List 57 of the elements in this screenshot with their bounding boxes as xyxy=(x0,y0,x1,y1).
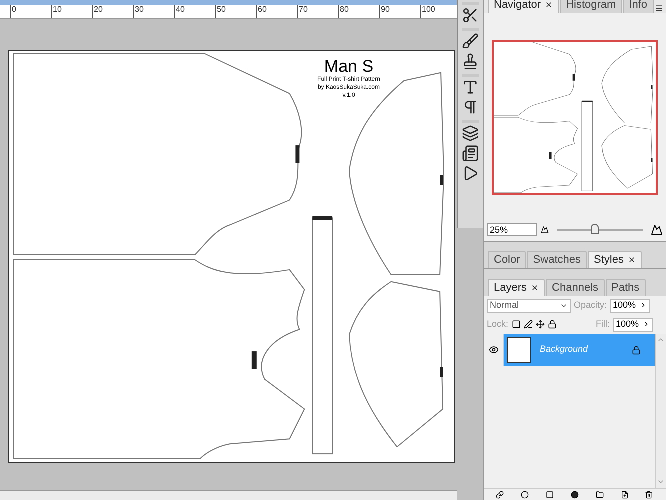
ruler-label: 60 xyxy=(257,5,267,16)
layers-icon[interactable] xyxy=(462,125,479,142)
pilcrow-icon[interactable] xyxy=(462,99,479,116)
panel-tab[interactable]: Layers xyxy=(488,279,546,296)
newspaper-icon[interactable] xyxy=(462,145,479,162)
fill-field[interactable]: 100% xyxy=(613,318,653,332)
fill-label: Fill: xyxy=(596,318,610,331)
opacity-field[interactable]: 100% xyxy=(610,298,650,312)
new-layer-icon[interactable] xyxy=(620,490,629,498)
lock-position-icon[interactable] xyxy=(536,320,545,329)
ruler-label: 0 xyxy=(11,5,16,16)
panel-tab[interactable]: Swatches xyxy=(527,251,587,268)
panel-tab[interactable]: Navigator xyxy=(488,0,560,13)
visibility-eye-icon[interactable] xyxy=(488,345,498,355)
lock-label: Lock: xyxy=(487,318,509,331)
layer-thumbnail xyxy=(507,337,531,363)
ruler-label: 50 xyxy=(216,5,226,16)
ruler-label: 80 xyxy=(339,5,349,16)
panel-tab[interactable]: Info xyxy=(623,0,654,13)
opacity-label: Opacity: xyxy=(574,298,608,312)
brush-icon[interactable] xyxy=(462,33,479,50)
panel-tab[interactable]: Styles xyxy=(588,251,642,268)
panel-tab[interactable]: Paths xyxy=(606,279,646,296)
panel-tab[interactable]: Channels xyxy=(546,279,605,296)
type-icon[interactable] xyxy=(462,79,479,96)
panel-tab[interactable]: Histogram xyxy=(560,0,622,13)
lock-transparency-icon[interactable] xyxy=(512,320,521,329)
zoom-in-icon[interactable] xyxy=(651,224,663,236)
panel-tab[interactable]: Color xyxy=(488,251,526,268)
lock-pixels-icon[interactable] xyxy=(524,320,533,329)
zoom-field[interactable]: 25% xyxy=(487,223,537,236)
ruler-label: 40 xyxy=(175,5,185,16)
zoom-out-icon[interactable] xyxy=(541,226,549,234)
close-icon[interactable] xyxy=(545,1,554,9)
panel-menu-icon[interactable] xyxy=(654,4,663,13)
trash-icon[interactable] xyxy=(645,490,654,498)
chevron-right-icon[interactable] xyxy=(643,321,650,328)
play-icon[interactable] xyxy=(462,165,479,182)
ruler-label: 100 xyxy=(421,5,436,16)
chevron-right-icon[interactable] xyxy=(640,302,648,309)
opacity-value: 100% xyxy=(613,298,636,312)
ruler-label: 70 xyxy=(298,5,308,16)
stamp-icon[interactable] xyxy=(462,53,479,70)
ruler-label: 30 xyxy=(134,5,144,16)
ruler-label: 90 xyxy=(380,5,390,16)
ruler-label: 10 xyxy=(52,5,62,16)
scissors-icon[interactable] xyxy=(462,7,479,24)
folder-icon[interactable] xyxy=(596,490,604,498)
pattern-title: Man S xyxy=(324,57,374,76)
blend-mode-dropdown[interactable]: Normal xyxy=(487,298,571,312)
zoom-slider-thumb[interactable] xyxy=(591,224,600,234)
link-icon[interactable] xyxy=(496,490,504,498)
fill-value: 100% xyxy=(616,318,640,331)
close-icon[interactable] xyxy=(628,256,636,264)
lock-all-icon[interactable] xyxy=(548,320,557,329)
close-icon[interactable] xyxy=(531,284,540,292)
ruler-label: 20 xyxy=(93,5,103,16)
